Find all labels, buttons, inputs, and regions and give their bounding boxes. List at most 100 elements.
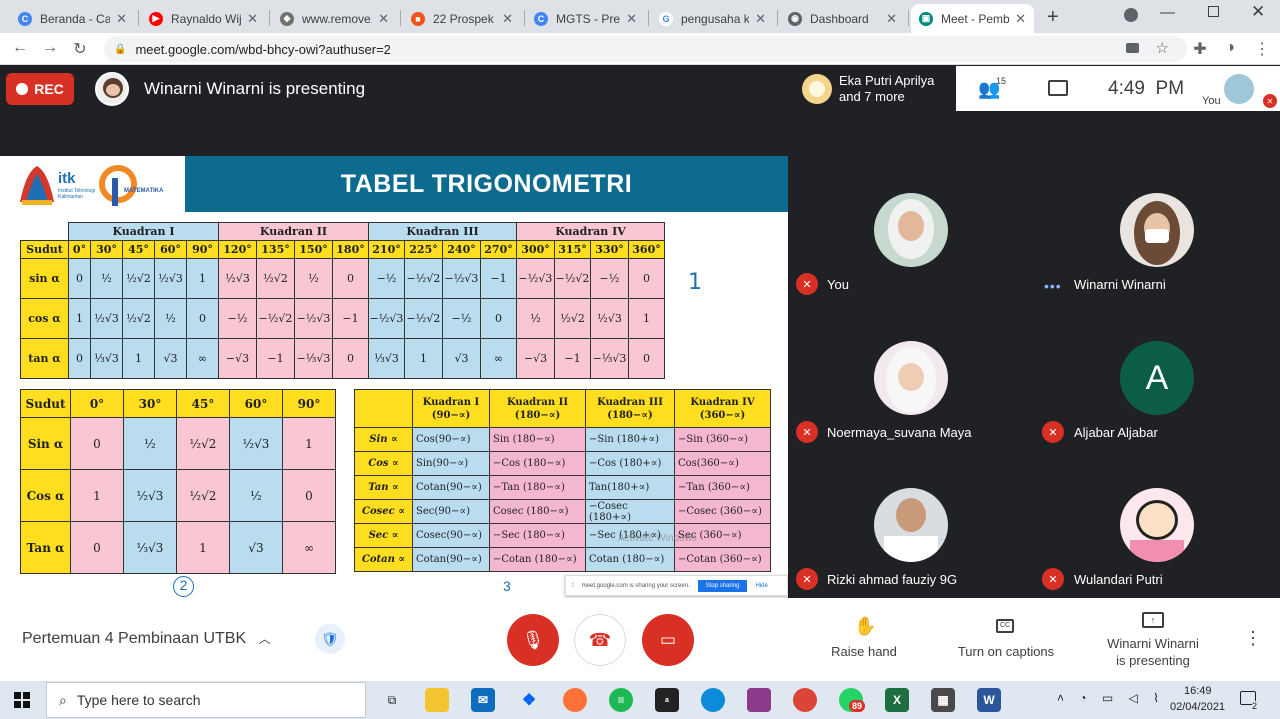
- tab-close-icon[interactable]: ✕: [502, 11, 513, 27]
- more-dots-icon[interactable]: •••: [1044, 278, 1062, 294]
- table-cell: 30°: [123, 389, 177, 418]
- participant-name-rizki: Rizki ahmad fauziy 9G: [827, 572, 958, 587]
- menu-icon[interactable]: ⋮: [1252, 39, 1272, 59]
- captions-button[interactable]: CC Turn on captions: [950, 616, 1062, 660]
- firefox-icon[interactable]: [563, 688, 587, 712]
- table-cell: Sin α: [20, 417, 71, 470]
- table-cell: −Tan (360−∝): [674, 475, 771, 500]
- table-cell: 315°: [554, 240, 591, 259]
- meet-top-panel: 👥 15 4:49 PM You ✕: [956, 66, 1280, 111]
- browser-tab[interactable]: Gpengusaha kaya ✕: [651, 4, 774, 33]
- camera-toggle-button[interactable]: ▭: [642, 614, 694, 666]
- table-row: tan α 0 ⅓√3 1 √3 ∞ −√3 −1 −⅓√3 0 ⅓√3 1 √3 ∞ −√3 −1 −⅓√3 0: [20, 338, 665, 379]
- raise-hand-button[interactable]: ✋ Raise hand: [826, 616, 902, 660]
- forward-arrow-icon[interactable]: →: [40, 39, 60, 57]
- mic-off-icon: 🎙: [521, 629, 545, 650]
- close-window-button[interactable]: ✕: [1251, 2, 1265, 22]
- new-tab-button[interactable]: +: [1047, 6, 1059, 29]
- file-explorer-icon[interactable]: [425, 688, 449, 712]
- browser-tab[interactable]: C MGTS - Presensi ✕: [526, 4, 645, 33]
- winrar-icon[interactable]: [747, 688, 771, 712]
- mic-toggle-button[interactable]: 🎙: [507, 614, 559, 666]
- table-cell: sin α: [20, 258, 69, 299]
- table-cell: Kuadran III: [368, 222, 517, 241]
- recording-badge: REC: [6, 73, 74, 105]
- profile-icon[interactable]: ◑: [1220, 39, 1240, 57]
- more-options-icon[interactable]: ⋮: [1244, 628, 1262, 649]
- spotify-icon[interactable]: ≡: [609, 688, 633, 712]
- table-cell: √3: [229, 521, 283, 574]
- table-cell: 0: [332, 258, 369, 299]
- back-arrow-icon[interactable]: ←: [10, 39, 30, 57]
- edge-icon[interactable]: [701, 688, 725, 712]
- taskbar-search-box[interactable]: ⌕ Type here to search: [46, 682, 366, 718]
- table-cell: −Cos (180+∝): [585, 451, 675, 476]
- table-cell: 1: [404, 338, 443, 379]
- self-avatar[interactable]: [1224, 74, 1254, 104]
- restore-button[interactable]: [1208, 6, 1219, 17]
- windows-start-icon[interactable]: [14, 692, 30, 708]
- presenting-button[interactable]: ↑ Winarni Winarni is presenting: [1098, 612, 1208, 668]
- tab-close-icon[interactable]: ✕: [1015, 11, 1026, 27]
- table-cell: 0: [70, 417, 124, 470]
- camera-icon[interactable]: [1126, 43, 1139, 53]
- drag-handle-icon[interactable]: ⁞: [572, 583, 574, 589]
- tab-search-icon[interactable]: [1124, 8, 1138, 22]
- table-row: Sudut 0° 30° 45° 60° 90°: [20, 389, 336, 418]
- itk-logo: itk Institut Teknologi Kalimantan: [16, 162, 96, 208]
- extensions-icon[interactable]: ✚: [1190, 39, 1210, 59]
- phone-hangup-icon: ☎: [588, 629, 612, 650]
- browser-tab[interactable]: ◆ www.remove.bg ✕: [272, 4, 397, 33]
- word-icon[interactable]: W: [977, 688, 1001, 712]
- table-cell: −Tan (180−∝): [489, 475, 586, 500]
- browser-tab[interactable]: ◉ Dashboard ✕: [780, 4, 905, 33]
- tab-close-icon[interactable]: ✕: [626, 11, 637, 27]
- participant-name-you: You: [827, 277, 849, 292]
- meeting-title[interactable]: Pertemuan 4 Pembinaan UTBK ︿: [22, 630, 271, 648]
- share-bar-text: meet.google.com is sharing your screen.: [581, 582, 690, 589]
- table-row: Sec ∝ Cosec(90−∝) −Sec (180−∝) −Sec (180+∝)…: [354, 523, 771, 548]
- table-cell: 135°: [256, 240, 295, 259]
- table-cell: −1: [554, 338, 591, 379]
- browser-tab[interactable]: C Beranda - Canva ✕: [10, 4, 135, 33]
- table-cell: ½: [516, 298, 555, 339]
- mail-icon[interactable]: ✉: [471, 688, 495, 712]
- chat-icon[interactable]: [1048, 80, 1068, 96]
- chrome-icon[interactable]: [793, 688, 817, 712]
- browser-tab[interactable]: ▣ Meet - Pembinaan ✕: [911, 4, 1034, 33]
- calculator-icon[interactable]: ▦: [931, 688, 955, 712]
- browser-tab[interactable]: ■ 22 Prospek Karir ✕: [403, 4, 521, 33]
- excel-icon[interactable]: X: [885, 688, 909, 712]
- star-icon[interactable]: ☆: [1156, 39, 1169, 57]
- task-view-icon[interactable]: ⧉: [380, 688, 404, 712]
- others-summary[interactable]: Eka Putri Aprilya and 7 more: [794, 66, 956, 111]
- tab-close-icon[interactable]: ✕: [886, 11, 897, 27]
- address-bar[interactable]: 🔒 meet.google.com/wbd-bhcy-owi?authuser=…: [104, 36, 1187, 62]
- table-cell: ½√3: [218, 258, 257, 299]
- tab-close-icon[interactable]: ✕: [755, 11, 766, 27]
- minimize-button[interactable]: —: [1160, 4, 1175, 21]
- chevron-up-icon[interactable]: ︿: [259, 632, 271, 646]
- aljabar-initial: A: [1145, 358, 1169, 397]
- tab-close-icon[interactable]: ✕: [247, 11, 258, 27]
- table-cell: 30°: [90, 240, 123, 259]
- cc-icon: CC: [996, 619, 1014, 633]
- mic-off-icon-rizki: ✕: [796, 568, 818, 590]
- table-cell: Kuadran III (180−∝): [585, 389, 675, 428]
- whatsapp-icon[interactable]: 89: [839, 688, 866, 712]
- table-cell: Tan(180+∝): [585, 475, 675, 500]
- table-cell: Sec(90−∝): [412, 499, 490, 524]
- reload-icon[interactable]: ↻: [70, 39, 90, 59]
- system-tray-icons[interactable]: ˄ ◔ ▭ ◁ ⌇: [1057, 691, 1165, 705]
- tab-close-icon[interactable]: ✕: [116, 11, 127, 27]
- leave-call-button[interactable]: ☎: [574, 614, 626, 666]
- hide-button[interactable]: Hide: [755, 583, 767, 589]
- browser-tab[interactable]: ▶ Raynaldo Wijaya ✕: [141, 4, 266, 33]
- table-cell: 45°: [122, 240, 155, 259]
- amazon-icon[interactable]: a: [655, 688, 679, 712]
- dropbox-icon[interactable]: ❖: [517, 688, 541, 712]
- shield-icon[interactable]: 🛡: [315, 624, 345, 654]
- table-cell: −½: [590, 258, 629, 299]
- stop-sharing-button[interactable]: Stop sharing: [697, 579, 748, 592]
- tab-close-icon[interactable]: ✕: [378, 11, 389, 27]
